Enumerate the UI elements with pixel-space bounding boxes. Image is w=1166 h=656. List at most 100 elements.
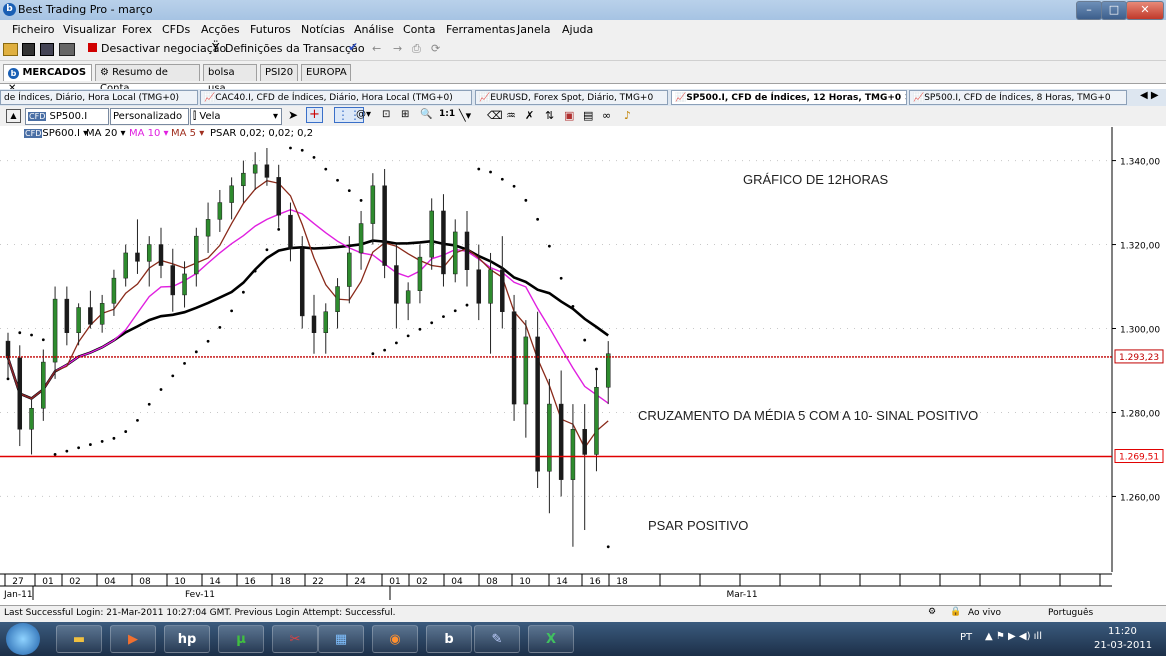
cursor-icon[interactable]: ➤ [288,108,298,122]
menu-ajuda[interactable]: Ajuda [562,23,593,36]
chart-type-select[interactable]: ⫿ Vela ▾ [190,108,282,125]
zoom-icon[interactable]: 🔍 [420,109,432,120]
back-icon[interactable]: ← [372,42,381,55]
best-trading-taskbar-button[interactable]: b [426,625,472,653]
tab-bolsa-usa[interactable]: bolsa usa [203,64,257,94]
pattern-icon[interactable]: ♒ [506,109,516,122]
hp-taskbar-button[interactable]: hp [164,625,210,653]
markets-icon: b [8,68,19,79]
legend-psar-label: PSAR 0,02; 0,02; 0,2 [210,128,314,139]
tab-psi20[interactable]: PSI20 [260,64,298,81]
collapse-icon[interactable]: ▲ [6,109,21,123]
chart-tab-sp500-12h[interactable]: 📈SP500.I, CFD de Índices, 12 Horas, TMG+… [671,90,907,105]
tab-resumo-conta[interactable]: ⚙ Resumo de Conta [95,64,200,94]
candle-body [5,340,11,359]
tray-icons[interactable]: ▲ ⚑ ▶ ◀) ıll [985,631,1042,642]
print-preview-icon[interactable]: ⎙ [412,42,421,56]
axes: 1.340,00 1.320,00 1.300,00 1.280,00 1.260,00… [0,127,1160,600]
tab-europa[interactable]: EUROPA [301,64,351,81]
psar-dot [265,248,269,252]
psar-dot [477,167,481,171]
lock-icon: 🔒 [950,607,962,617]
close-button[interactable]: ✕ [1126,1,1164,20]
language-indicator[interactable]: PT [960,632,972,643]
psar-dot [371,352,375,356]
candle-body [158,244,164,266]
app-taskbar-button[interactable]: ▦ [318,625,364,653]
psar-dot [194,350,198,354]
minimize-button[interactable]: – [1076,1,1102,20]
print-icon[interactable] [59,43,75,56]
layout-icon[interactable]: ▤ [583,109,593,122]
psar-dot [6,377,10,381]
link-icon[interactable]: ∞ [602,109,611,122]
menu-janela[interactable]: Janela [517,23,551,36]
legend-psar[interactable]: PSAR 0,02; 0,02; 0,2 [210,128,313,139]
menu-cfds[interactable]: CFDs [162,23,190,36]
symbol-icon: CFD [24,129,43,138]
chart-tab-sp500-8h[interactable]: 📈SP500.I, CFD de Índices, 8 Horas, TMG+0 [909,90,1127,105]
psar-dot [489,170,492,174]
chart-tab-label: CAC40.I, CFD de Índices, Diário, Hora Lo… [215,93,453,103]
crosshair-icon[interactable]: + [306,107,323,123]
menu-accoes[interactable]: Acções [201,23,240,36]
snapshot-icon[interactable]: ▣ [564,109,574,122]
eraser-icon[interactable]: ⌫ [487,109,503,122]
psar-dot [53,453,57,456]
paint-taskbar-button[interactable]: ✂ [272,625,318,653]
chart-tab-eurusd[interactable]: 📈EURUSD, Forex Spot, Diário, TMG+0 [475,90,668,105]
fibonacci-icon[interactable]: ✗ [525,109,534,122]
chart-tab-indices[interactable]: de Índices, Diário, Hora Local (TMG+0) [0,90,198,105]
utorrent-taskbar-button[interactable]: µ [218,625,264,653]
check-icon[interactable]: ✔ [348,40,358,54]
psar-dot [430,321,434,325]
open-folder-icon[interactable] [3,43,18,56]
excel-taskbar-button[interactable]: X [528,625,574,653]
psar-dot [100,440,104,443]
alert-bell-icon[interactable]: ♪ [624,109,631,122]
start-button[interactable] [6,623,40,655]
menu-analise[interactable]: Análise [354,23,394,36]
legend-symbol[interactable]: CFDSP600.I ▾ [24,128,88,139]
candle-body [99,303,105,325]
arrows-icon[interactable]: ⇅ [545,109,554,122]
menu-conta[interactable]: Conta [403,23,435,36]
media-taskbar-button[interactable]: ▶ [110,625,156,653]
menu-forex[interactable]: Forex [122,23,152,36]
legend-ma10[interactable]: MA 10 ▾ [129,128,169,139]
legend-ma5[interactable]: MA 5 ▾ [171,128,204,139]
ratio-icon[interactable]: 1:1 [439,109,455,119]
line-tool-icon[interactable]: ╲▾ [459,109,471,122]
menu-visualizar[interactable]: Visualizar [63,23,116,36]
month-label: Mar-11 [726,590,757,600]
firefox-taskbar-button[interactable]: ◉ [372,625,418,653]
editor-taskbar-button[interactable]: ✎ [474,625,520,653]
connection-icon: ⚙ [928,607,937,617]
price-chart[interactable]: 1.340,00 1.320,00 1.300,00 1.280,00 1.260,00… [0,127,1166,605]
chart-tab-label: SP500.I, CFD de Índices, 8 Horas, TMG+0 [924,93,1111,103]
menu-futuros[interactable]: Futuros [250,23,291,36]
data-window-icon[interactable]: ⊡ [382,109,390,120]
symbol-field[interactable]: CFD SP500.I [25,108,109,125]
save-icon[interactable] [22,43,35,56]
chart-tab-cac40[interactable]: 📈CAC40.I, CFD de Índices, Diário, Hora L… [200,90,472,105]
refresh-icon[interactable]: ⟳ [431,42,440,55]
psar-dot [559,276,563,280]
main-tab-bar: b MERCADOS ✕ ⚙ Resumo de Conta bolsa usa… [0,61,1166,94]
tab-mercados[interactable]: b MERCADOS ✕ [3,64,92,94]
period-icon[interactable]: ⊞ [401,109,409,120]
maximize-button[interactable]: □ [1101,1,1127,20]
template-select[interactable]: Personalizado ▾ [110,108,189,137]
deactivate-trading-button[interactable]: Desactivar negociação [101,42,226,55]
transaction-settings-button[interactable]: Definições da Transacção [225,42,365,55]
explorer-taskbar-button[interactable]: ▬ [56,625,102,653]
price-lines: 1.293,23 1.269,51 GRÁFICO DE 12HORAS CRUZAM… [0,172,1164,533]
forward-icon[interactable]: → [393,42,402,55]
menu-ficheiro[interactable]: Ficheiro [12,23,54,36]
save-all-icon[interactable] [40,43,54,56]
menu-noticias[interactable]: Notícias [301,23,345,36]
tab-scroll-arrows-icon[interactable]: ◀ ▶ [1140,90,1159,101]
menu-ferramentas[interactable]: Ferramentas [446,23,515,36]
legend-ma20[interactable]: MA 20 ▾ [86,128,126,139]
indicators-icon[interactable]: @▾ [356,109,371,120]
